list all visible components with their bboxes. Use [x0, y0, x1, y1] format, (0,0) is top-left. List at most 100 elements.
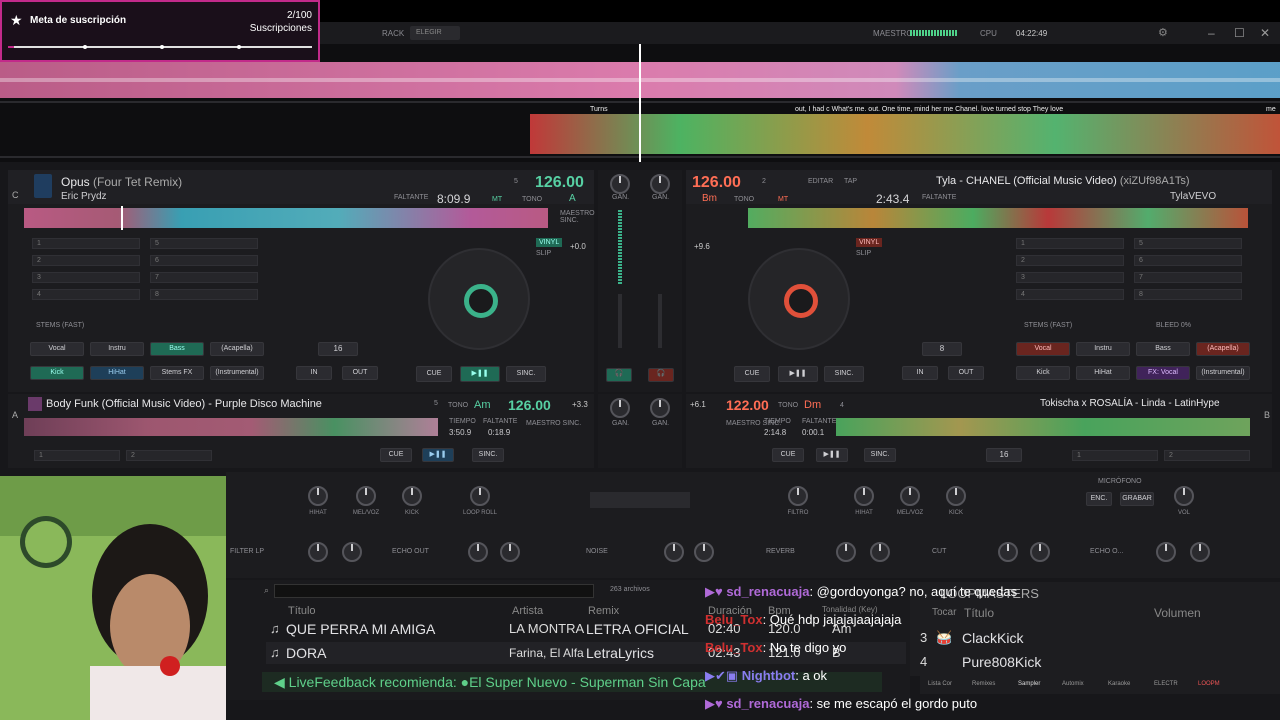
deck-c-vinyl-toggle[interactable]: VINYL — [536, 238, 563, 247]
tab-electr[interactable]: ELECTR — [1154, 681, 1178, 687]
col-artist[interactable]: Artista — [512, 605, 543, 617]
mic-enc-button[interactable]: ENC. — [1086, 492, 1112, 506]
pos-knob[interactable] — [308, 542, 328, 562]
deck-d-loop-in[interactable]: IN — [902, 366, 938, 380]
echo-fbck-knob[interactable] — [1156, 542, 1176, 562]
deck-b-loop-size[interactable]: 16 — [986, 448, 1022, 462]
deck-b-waveform[interactable] — [836, 418, 1250, 436]
deck-a-sync-button[interactable]: SINC. — [472, 448, 504, 462]
deck-a-hotcue-1[interactable]: 1 — [34, 450, 120, 461]
deck-d-sync-button[interactable]: SINC. — [824, 366, 864, 382]
headphone-cue-right-icon[interactable]: 🎧 — [648, 368, 674, 382]
deck-b-cue-button[interactable]: CUE — [772, 448, 804, 462]
deck-d-bpm[interactable]: 126.00 — [692, 174, 741, 192]
deck-c-key[interactable]: A — [569, 193, 576, 204]
gain-knob-right[interactable] — [650, 174, 670, 194]
deck-c-loop-size[interactable]: 16 — [318, 342, 358, 356]
fx-echo-out[interactable]: ECHO OUT — [392, 548, 429, 555]
close-icon[interactable]: ✕ — [1260, 26, 1270, 40]
stem-acapella[interactable]: (Acapella) — [210, 342, 264, 356]
stem-instrumental[interactable]: (Instrumental) — [1196, 366, 1250, 380]
deck-d-edit[interactable]: EDITAR — [808, 178, 833, 185]
crossfader[interactable] — [590, 492, 690, 508]
hotcue-4[interactable]: 4 — [1016, 289, 1124, 300]
chat-username[interactable]: sd_renacuaja — [726, 696, 809, 711]
stem-bass[interactable]: Bass — [150, 342, 204, 356]
str-knob[interactable] — [836, 542, 856, 562]
maximize-icon[interactable]: ☐ — [1234, 26, 1245, 40]
echo-len-knob[interactable] — [1190, 542, 1210, 562]
deck-c-sync-button[interactable]: SINC. — [506, 366, 546, 382]
hihat-knob[interactable] — [308, 486, 328, 506]
kick-knob[interactable] — [402, 486, 422, 506]
headphone-cue-left-icon[interactable]: 🎧 — [606, 368, 632, 382]
res-knob[interactable] — [342, 542, 362, 562]
deck-c-play-button[interactable]: ▶❚❚ — [460, 366, 500, 382]
deck-d-loop-out[interactable]: OUT — [948, 366, 984, 380]
deck-d-key[interactable]: Bm — [702, 193, 717, 204]
stem-kick[interactable]: Kick — [1016, 366, 1070, 380]
deck-d-vinyl-toggle[interactable]: VINYL — [856, 238, 883, 247]
deck-a-cue-button[interactable]: CUE — [380, 448, 412, 462]
fx-reverb[interactable]: REVERB — [766, 548, 795, 555]
deck-a-master-sync[interactable]: MAESTRO SINC. — [526, 420, 581, 427]
deck-d-slip-toggle[interactable]: SLIP — [856, 250, 871, 257]
hotcue-6[interactable]: 6 — [150, 255, 258, 266]
deck-d-cue-button[interactable]: CUE — [734, 366, 770, 382]
chat-username[interactable]: sd_renacuaja — [726, 584, 809, 599]
deck-c-stems-mode[interactable]: STEMS (FAST) — [36, 322, 84, 329]
chat-username[interactable]: Nightbot — [742, 668, 795, 683]
hotcue-2[interactable]: 2 — [1016, 255, 1124, 266]
deck-d-loop-size[interactable]: 8 — [922, 342, 962, 356]
kick-knob-b[interactable] — [946, 486, 966, 506]
fbck-knob[interactable] — [468, 542, 488, 562]
dec-knob[interactable] — [870, 542, 890, 562]
hotcue-7[interactable]: 7 — [1134, 272, 1242, 283]
stem-fx-vocal[interactable]: FX: Vocal — [1136, 366, 1190, 380]
stem-hihat[interactable]: HiHat — [1076, 366, 1130, 380]
deck-c-waveform[interactable] — [24, 208, 548, 228]
melvoz-knob[interactable] — [356, 486, 376, 506]
hotcue-3[interactable]: 3 — [1016, 272, 1124, 283]
gain-knob-a[interactable] — [610, 398, 630, 418]
hotcue-4[interactable]: 4 — [32, 289, 140, 300]
prev-arrow-icon[interactable]: ◀ — [274, 674, 289, 690]
chat-username[interactable]: Belu_Tox — [705, 612, 763, 627]
deck-d-mt[interactable]: MT — [778, 196, 788, 203]
wet-knob[interactable] — [694, 542, 714, 562]
deck-c-cue-button[interactable]: CUE — [416, 366, 452, 382]
fx-noise[interactable]: NOISE — [586, 548, 608, 555]
stem-bass[interactable]: Bass — [1136, 342, 1190, 356]
deck-a-play-button[interactable]: ▶❚❚ — [422, 448, 454, 462]
deck-b-hotcue-2[interactable]: 2 — [1164, 450, 1250, 461]
fx-filter-lp[interactable]: FILTER LP — [230, 548, 264, 555]
deck-b-sync-button[interactable]: SINC. — [864, 448, 896, 462]
deck-a-key[interactable]: Am — [474, 399, 491, 411]
stem-acapella[interactable]: (Acapella) — [1196, 342, 1250, 356]
stem-hihat[interactable]: HiHat — [90, 366, 144, 380]
melvoz-knob-b[interactable] — [900, 486, 920, 506]
settings-gear-icon[interactable]: ⚙ — [1158, 26, 1168, 39]
hotcue-1[interactable]: 1 — [1016, 238, 1124, 249]
deck-a-hotcue-2[interactable]: 2 — [126, 450, 212, 461]
col-title[interactable]: Título — [288, 605, 316, 617]
deck-c-loop-out[interactable]: OUT — [342, 366, 378, 380]
gain-knob-left[interactable] — [610, 174, 630, 194]
loop-roll-knob[interactable] — [470, 486, 490, 506]
deck-c-slip-toggle[interactable]: SLIP — [536, 250, 551, 257]
deck-c-bpm[interactable]: 126.00 — [535, 174, 584, 192]
deck-d-stems-mode[interactable]: STEMS (FAST) — [1024, 322, 1072, 329]
deck-a-bpm[interactable]: 126.00 — [508, 397, 551, 413]
hotcue-7[interactable]: 7 — [150, 272, 258, 283]
deck-b-key[interactable]: Dm — [804, 399, 821, 411]
deck-b-bpm[interactable]: 122.00 — [726, 397, 769, 413]
filter-knob[interactable] — [788, 486, 808, 506]
noise-pos-knob[interactable] — [664, 542, 684, 562]
deck-b-hotcue-1[interactable]: 1 — [1072, 450, 1158, 461]
hotcue-5[interactable]: 5 — [150, 238, 258, 249]
deck-d-platter[interactable] — [748, 248, 850, 350]
chat-username[interactable]: Belu_Tox — [705, 640, 763, 655]
fx-echo-o[interactable]: ECHO O... — [1090, 548, 1123, 555]
hotcue-8[interactable]: 8 — [150, 289, 258, 300]
hotcue-2[interactable]: 2 — [32, 255, 140, 266]
